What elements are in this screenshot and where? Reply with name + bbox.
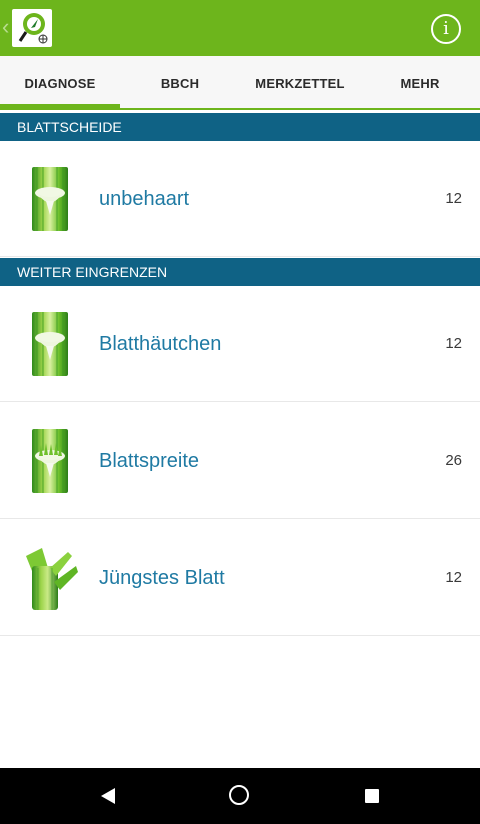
tab-mehr[interactable]: MEHR <box>360 56 480 108</box>
tab-bar: DIAGNOSE BBCH MERKZETTEL MEHR <box>0 56 480 110</box>
youngest-leaf-icon <box>24 546 80 612</box>
item-label: Blattspreite <box>99 450 200 472</box>
item-count: 12 <box>445 335 462 352</box>
back-chevron-icon[interactable]: ‹ <box>2 14 9 40</box>
active-tab-indicator <box>0 104 120 108</box>
item-label: Blatthäutchen <box>99 333 222 355</box>
list-item-blatthaeutchen[interactable]: Blatthäutchen 12 <box>0 286 480 402</box>
leaf-sheath-hairless-icon <box>24 167 80 233</box>
ligule-icon <box>24 312 80 378</box>
info-button[interactable]: i <box>431 14 461 44</box>
nav-recents-icon[interactable] <box>365 789 379 803</box>
item-label: unbehaart <box>99 188 190 210</box>
tab-merkzettel[interactable]: MERKZETTEL <box>240 56 360 108</box>
leaf-blade-icon <box>24 429 80 495</box>
section-header-blattscheide: BLATTSCHEIDE <box>0 113 480 141</box>
tab-diagnose[interactable]: DIAGNOSE <box>0 56 120 108</box>
nav-home-icon[interactable] <box>229 785 249 805</box>
item-count: 26 <box>445 452 462 469</box>
item-label: Jüngstes Blatt <box>99 567 225 589</box>
item-count: 12 <box>445 569 462 586</box>
tab-bbch[interactable]: BBCH <box>120 56 240 108</box>
app-bar: ‹ i <box>0 0 480 56</box>
list-item-blattspreite[interactable]: Blattspreite 26 <box>0 403 480 519</box>
nav-back-icon[interactable] <box>99 787 117 805</box>
selected-item-unbehaart[interactable]: unbehaart 12 <box>0 141 480 257</box>
info-icon: i <box>443 18 449 39</box>
plant-diagnosis-logo-icon <box>12 9 52 47</box>
section-header-weiter-eingrenzen: WEITER EINGRENZEN <box>0 258 480 286</box>
list-item-juengstes-blatt[interactable]: Jüngstes Blatt 12 <box>0 520 480 636</box>
item-count: 12 <box>445 190 462 207</box>
